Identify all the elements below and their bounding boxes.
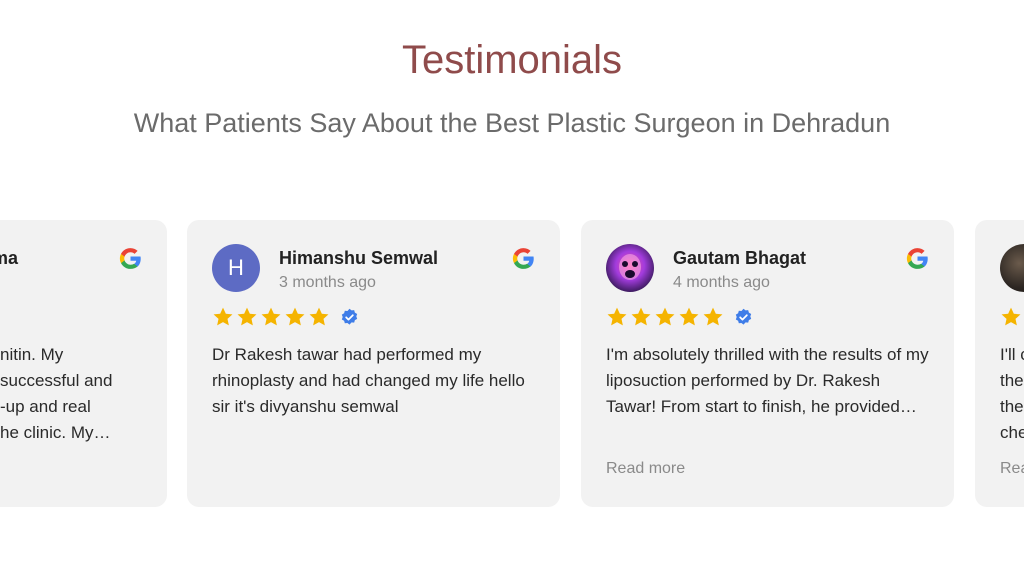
reviewer-name: ma [0,248,19,268]
star-icon [237,307,257,326]
star-icon [1001,307,1021,326]
review-line: nitin. My successful and -up and real he… [0,345,113,442]
star-rating [606,306,753,328]
user-photo-icon [606,244,654,292]
google-g-icon [906,248,928,269]
star-icon [309,307,329,326]
read-more-link[interactable]: Read more [606,460,685,478]
review-time: 3 months ago [279,274,376,291]
section-title: Testimonials [401,38,623,82]
testimonial-carousel[interactable]: ma nitin. My successful and -up and real… [0,220,1024,508]
star-icon [703,307,723,326]
avatar-graphic [619,254,641,280]
google-g-icon [119,248,141,269]
star-icon [285,307,305,326]
review-card[interactable]: ma nitin. My successful and -up and real… [0,220,167,507]
review-line: I'll c the the che [1000,345,1024,442]
star-rating [212,306,359,328]
review-text: nitin. My successful and -up and real he… [0,342,150,446]
avatar: H [212,244,260,292]
star-icon [607,307,627,326]
review-card[interactable]: I'll c the the che Rea [975,220,1024,507]
star-icon [679,307,699,326]
reviewer-name[interactable]: Gautam Bhagat [673,248,806,269]
google-g-icon [512,248,534,269]
read-more-link[interactable]: Rea [1000,460,1024,478]
user-photo-icon [1000,244,1024,292]
star-icon [213,307,233,326]
star-icon [655,307,675,326]
review-time: 4 months ago [673,274,770,291]
review-text: I'll c the the che [1000,342,1024,446]
avatar-letter: H [228,255,244,280]
star-icon [261,307,281,326]
review-text: Dr Rakesh tawar had performed my rhinopl… [212,345,525,416]
review-card[interactable]: Gautam Bhagat 4 months ago I'm absolutel… [581,220,954,507]
verified-badge-icon [341,308,358,325]
star-icon [631,307,651,326]
review-card[interactable]: H Himanshu Semwal 3 months ago Dr Rakesh… [187,220,560,507]
reviewer-name[interactable]: Himanshu Semwal [279,248,438,269]
star-rating [1000,306,1024,328]
verified-badge-icon [735,308,752,325]
section-subtitle: What Patients Say About the Best Plastic… [133,108,891,138]
review-text: I'm absolutely thrilled with the results… [606,345,929,416]
